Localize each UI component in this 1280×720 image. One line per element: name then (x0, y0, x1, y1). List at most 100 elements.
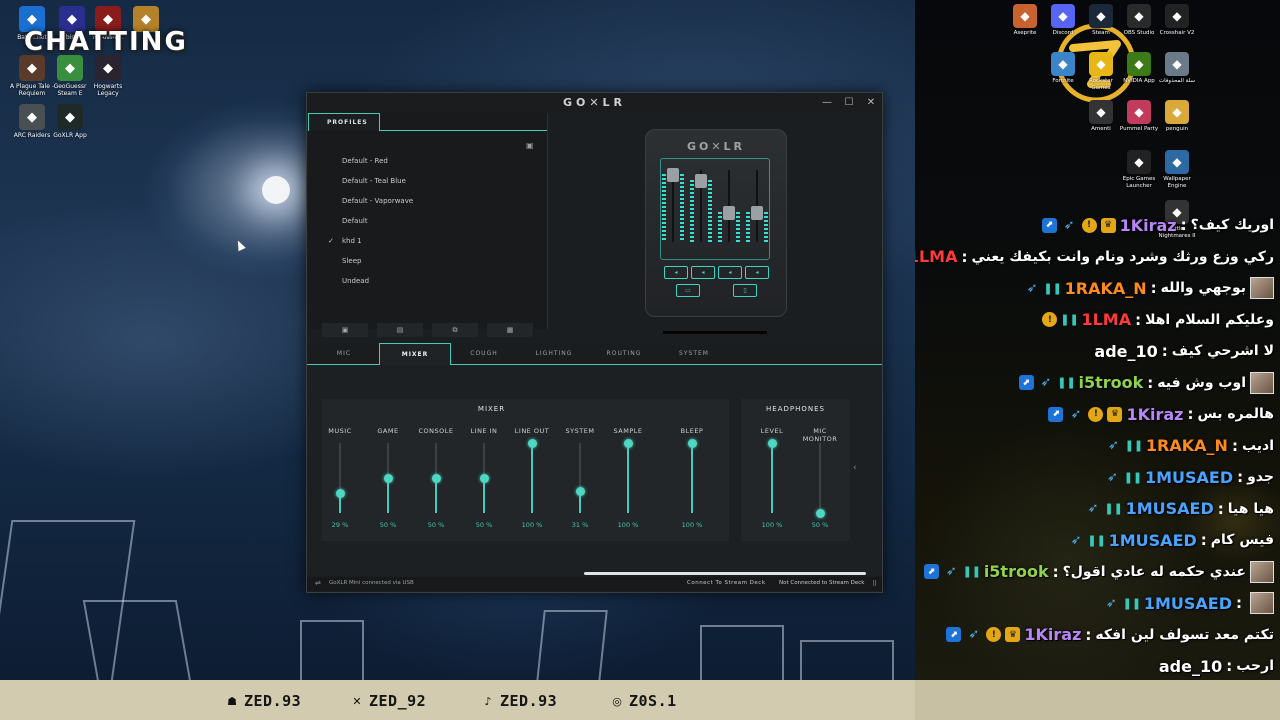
right-icon-8[interactable]: ◆ سلة المحذوفات (1155, 52, 1199, 85)
chat-username[interactable]: 1MUSAED (1126, 499, 1214, 518)
volume-slider-handle[interactable] (767, 438, 777, 448)
wing-badge-icon: ➶ (1107, 438, 1119, 453)
gg-badge-icon: ❚❚ (1087, 533, 1106, 547)
volume-slider-handle[interactable] (815, 508, 825, 518)
volume-slider-handle[interactable] (479, 473, 489, 483)
tiktok-icon: ♪ (484, 694, 492, 708)
profile-item[interactable]: Default - Vaporwave (342, 197, 413, 205)
tab-routing[interactable]: ROUTING (589, 343, 659, 365)
folder-icon: ◆ (1165, 100, 1189, 124)
tab-mic[interactable]: MIC (309, 343, 379, 365)
volume-slider-handle[interactable] (527, 438, 537, 448)
new-profile-icon[interactable]: ▤ (377, 323, 423, 337)
tab-profiles[interactable]: PROFILES (308, 113, 380, 131)
volume-slider-handle[interactable] (335, 488, 345, 498)
social-handle[interactable]: ◎ Z0S.1 (610, 692, 677, 710)
chat-username[interactable]: 1MUSAED (1109, 531, 1197, 550)
social-handle[interactable]: ♪ ZED.93 (481, 692, 557, 710)
chat-separator: : (1237, 468, 1244, 486)
discord-icon: ◆ (1051, 4, 1075, 28)
chat-username[interactable]: 1RAKA_N (1065, 279, 1147, 298)
chat-username[interactable]: i5trook (1079, 373, 1144, 392)
chat-username[interactable]: 1Kiraz (1120, 216, 1177, 235)
close-button[interactable]: ✕ (864, 96, 878, 109)
chat-username[interactable]: 1Kiraz (1126, 405, 1183, 424)
chat-separator: : (961, 247, 968, 266)
tab-bar: MIC MIXER COUGH LIGHTING ROUTING SYSTEM (307, 343, 882, 365)
chat-separator: : (1200, 531, 1207, 549)
volume-slider-handle[interactable] (623, 438, 633, 448)
gold-badge-icon: ! (1081, 217, 1097, 233)
rockstar-icon: ◆ (1089, 52, 1113, 76)
desktop-icon-label: Hogwarts Legacy (93, 83, 123, 97)
chat-message: ➶ ❚❚ 1MUSAED: جدو (1104, 463, 1274, 491)
title-bar[interactable]: GO✕LR — ☐ ✕ (307, 93, 882, 114)
profile-item[interactable]: Default - Red (342, 157, 388, 165)
minimize-button[interactable]: — (820, 96, 834, 109)
profile-item[interactable]: Default - Teal Blue (342, 177, 406, 185)
volume-slider-handle[interactable] (383, 473, 393, 483)
chat-username[interactable]: ade_10 (1094, 342, 1157, 361)
chat-username[interactable]: 1MUSAED (1145, 468, 1233, 487)
social-handle[interactable]: ✕ ZED_92 (350, 692, 426, 710)
delete-profile-icon[interactable]: ▦ (487, 323, 533, 337)
tab-system[interactable]: SYSTEM (659, 343, 729, 365)
chat-message: ⬈ ➶! ♛ 1Kiraz: هالمره بس (1048, 400, 1274, 428)
volume-slider-track[interactable] (819, 443, 821, 513)
maximize-button[interactable]: ☐ (842, 96, 856, 109)
tab-cough[interactable]: COUGH (449, 343, 519, 365)
channel-value: 100 % (681, 521, 703, 529)
tab-mixer[interactable]: MIXER (379, 343, 451, 365)
connect-stream-deck-button[interactable]: Connect To Stream Deck (687, 580, 766, 586)
fence-decoration (536, 610, 608, 680)
copy-profile-icon[interactable]: ⧉ (432, 323, 478, 337)
save-profile-icon[interactable]: ▣ (322, 323, 368, 337)
mixer-section: MIXER MUSIC 29 % GAME 50 % CONSOLE 50 % LINE I… (322, 399, 729, 541)
volume-slider-handle[interactable] (687, 438, 697, 448)
chat-username[interactable]: 1RAKA_N (1146, 436, 1228, 455)
snapchat-icon: ☗ (227, 694, 237, 708)
chat-username[interactable]: 1MUSAED (1144, 594, 1232, 613)
goxlr-window: GO✕LR — ☐ ✕ PROFILES ▣ Default - Red Defa… (306, 92, 883, 593)
chat-text: ارحب (1236, 658, 1274, 674)
chat-username[interactable]: 1LMA (1081, 310, 1131, 329)
social-handle[interactable]: ☗ ZED.93 (225, 692, 301, 710)
horizontal-scrollbar[interactable] (584, 572, 866, 575)
tab-lighting[interactable]: LIGHTING (519, 343, 589, 365)
gg-badge-icon: ❚❚ (1122, 596, 1142, 610)
device-logo: GO✕LR (686, 140, 746, 153)
channel-label: SAMPLE (613, 427, 643, 435)
folder-icon[interactable]: ▣ (526, 141, 534, 150)
aseprite-icon: ◆ (1013, 4, 1037, 28)
profile-item[interactable]: khd 1 (342, 237, 362, 245)
chevron-left-icon[interactable]: ‹ (853, 463, 857, 473)
right-icon-4[interactable]: ◆ Crosshair V2 (1155, 4, 1199, 37)
profile-item[interactable]: Undead (342, 277, 369, 285)
profile-item[interactable]: Sleep (342, 257, 361, 265)
chat-separator: : (1161, 342, 1168, 360)
resize-grip-icon[interactable]: ⠿ (872, 580, 877, 588)
wing-badge-icon: ➶ (1063, 217, 1075, 233)
right-icon-11[interactable]: ◆ penguin (1155, 100, 1199, 133)
channel-label: CONSOLE (418, 427, 454, 435)
desktop-icon-8[interactable]: ◆ GoXLR App (48, 104, 92, 139)
right-icon-13[interactable]: ◆ Wallpaper Engine (1155, 150, 1199, 190)
desktop-icon-6[interactable]: ◆ Hogwarts Legacy (86, 55, 130, 97)
steam-icon: ◆ (1089, 4, 1113, 28)
chat-username[interactable]: ade_10 (1159, 657, 1222, 676)
socials-bar-right (915, 680, 1280, 720)
chat-message: ⬈ ➶! ♛ 1Kiraz: اوريك كيف؟ (1041, 211, 1274, 239)
fence-decoration (82, 600, 192, 680)
channel-value: 50 % (811, 521, 829, 529)
chat-username[interactable]: i5trook (984, 562, 1049, 581)
volume-slider-handle[interactable] (431, 473, 441, 483)
chat-username[interactable]: 1LMA (915, 247, 957, 266)
socials-bar: ☗ ZED.93 ✕ ZED_92 ♪ ZED.93 ◎ Z0S.1 (0, 680, 1280, 720)
chat-username[interactable]: 1Kiraz (1024, 625, 1081, 644)
fence-decoration (700, 625, 784, 680)
volume-slider-fill (531, 443, 533, 513)
usb-icon: ⇌ (315, 579, 321, 587)
volume-slider-handle[interactable] (575, 486, 585, 496)
profile-item[interactable]: Default (342, 217, 368, 225)
channel-value: 29 % (331, 521, 349, 529)
